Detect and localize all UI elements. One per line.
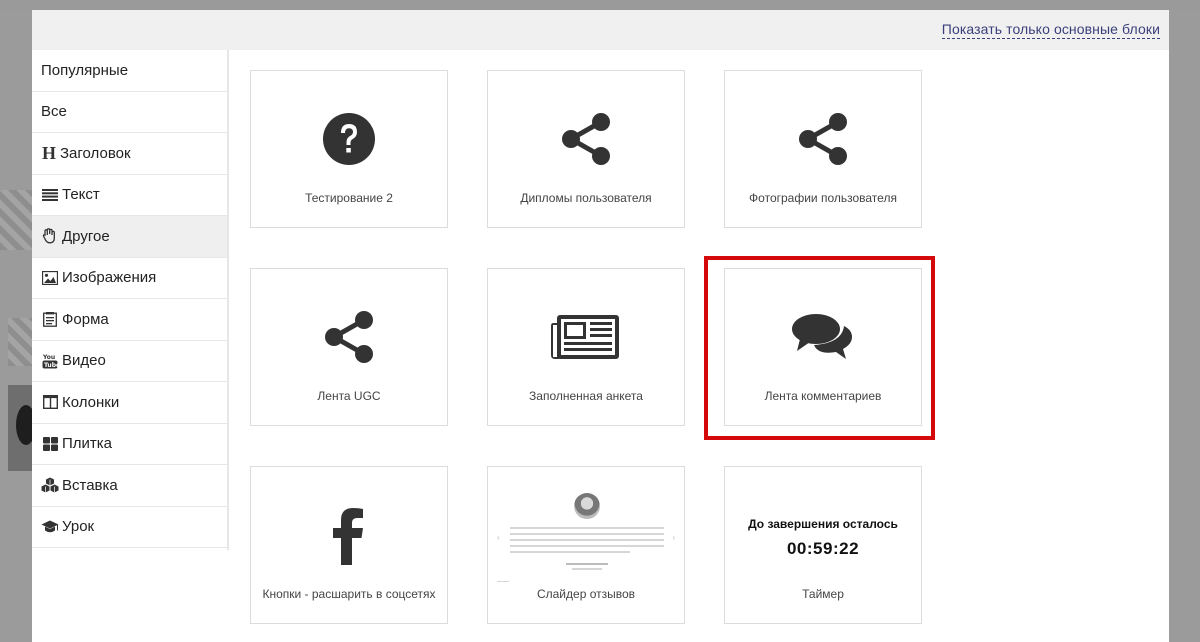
tile-label: Лента комментариев bbox=[764, 389, 882, 403]
review-text-line bbox=[510, 539, 664, 541]
graduation-cap-icon bbox=[41, 519, 59, 535]
timer-value: 00:59:22 bbox=[786, 539, 860, 558]
tile-testing-2[interactable]: Тестирование 2 bbox=[250, 70, 448, 228]
columns-icon bbox=[41, 394, 59, 410]
sidebar-item-label: Видео bbox=[62, 352, 106, 370]
tile-review-slider[interactable]: ‹ › Слайдер отзывов bbox=[487, 466, 685, 624]
sidebar-item-heading[interactable]: H Заголовок bbox=[32, 133, 227, 175]
sidebar-item-label: Изображения bbox=[62, 269, 157, 287]
tile-user-diplomas[interactable]: Дипломы пользователя bbox=[487, 70, 685, 228]
image-icon bbox=[41, 270, 59, 286]
chevron-right-icon: › bbox=[672, 533, 675, 542]
tile-filled-form[interactable]: Заполненная анкета bbox=[487, 268, 685, 426]
sidebar-item-label: Популярные bbox=[41, 61, 129, 79]
newspaper-icon bbox=[488, 309, 684, 365]
sidebar-item-label: Заголовок bbox=[60, 144, 131, 162]
tile-ugc-feed[interactable]: Лента UGC bbox=[250, 268, 448, 426]
show-basic-blocks-link[interactable]: Показать только основные блоки bbox=[941, 21, 1160, 39]
block-picker-modal: Показать только основные блоки Популярны… bbox=[32, 10, 1169, 642]
avatar bbox=[574, 493, 600, 519]
review-text-line bbox=[510, 551, 630, 553]
background-topbar bbox=[0, 0, 1200, 10]
reviewer-role-line bbox=[572, 568, 602, 570]
cubes-icon bbox=[41, 477, 59, 493]
tile-comments-feed[interactable]: Лента комментариев bbox=[724, 268, 922, 426]
tile-label: Заполненная анкета bbox=[529, 389, 643, 403]
hand-icon bbox=[41, 228, 59, 244]
review-text-line bbox=[510, 527, 664, 529]
comments-icon bbox=[725, 309, 921, 365]
background-image-preview bbox=[8, 385, 36, 471]
text-lines-icon bbox=[41, 187, 59, 203]
sidebar-item-columns[interactable]: Колонки bbox=[32, 382, 227, 424]
sidebar-item-label: Урок bbox=[62, 518, 95, 536]
slider-dots bbox=[497, 581, 509, 582]
review-text-line bbox=[510, 533, 664, 535]
background-transparent-pattern bbox=[8, 318, 32, 366]
sidebar-item-label: Вставка bbox=[62, 476, 118, 494]
sidebar-item-label: Форма bbox=[62, 310, 109, 328]
sidebar-item-label: Колонки bbox=[62, 393, 120, 411]
sidebar-item-text[interactable]: Текст bbox=[32, 175, 227, 216]
share-icon bbox=[725, 111, 921, 167]
share-icon bbox=[251, 309, 447, 365]
form-icon bbox=[41, 311, 59, 327]
sidebar-item-label: Все bbox=[41, 103, 67, 121]
sidebar-item-other[interactable]: Другое bbox=[32, 216, 227, 258]
modal-header: Показать только основные блоки bbox=[32, 10, 1169, 50]
tile-label: Слайдер отзывов bbox=[536, 587, 636, 601]
sidebar-item-tiles[interactable]: Плитка bbox=[32, 424, 227, 465]
sidebar-item-label: Плитка bbox=[62, 435, 113, 453]
sidebar-item-lesson[interactable]: Урок bbox=[32, 507, 227, 548]
heading-icon: H bbox=[41, 142, 56, 163]
facebook-icon bbox=[251, 507, 447, 565]
reviewer-name-line bbox=[566, 563, 608, 565]
tile-label: Таймер bbox=[802, 587, 844, 601]
tiles-icon bbox=[41, 436, 59, 452]
sidebar-item-label: Другое bbox=[62, 227, 110, 245]
tile-label: Тестирование 2 bbox=[305, 191, 393, 205]
share-icon bbox=[488, 111, 684, 167]
tile-label: Лента UGC bbox=[317, 389, 381, 403]
sidebar-item-label: Текст bbox=[62, 186, 100, 204]
sidebar-item-all[interactable]: Все bbox=[32, 92, 227, 133]
tile-timer[interactable]: До завершения осталось 00:59:22 Таймер bbox=[724, 466, 922, 624]
review-text-line bbox=[510, 545, 664, 547]
timer-title: До завершения осталось bbox=[748, 517, 898, 531]
background-transparent-pattern bbox=[0, 190, 32, 250]
sidebar-item-images[interactable]: Изображения bbox=[32, 258, 227, 299]
svg-text:You: You bbox=[42, 354, 55, 361]
sidebar-item-video[interactable]: YouTube Видео bbox=[32, 341, 227, 382]
tile-social-share-buttons[interactable]: Кнопки - расшарить в соцсетях bbox=[250, 466, 448, 624]
svg-text:Tube: Tube bbox=[44, 362, 58, 369]
tile-label: Дипломы пользователя bbox=[520, 191, 652, 205]
sidebar-item-embed[interactable]: Вставка bbox=[32, 465, 227, 507]
sidebar-item-popular[interactable]: Популярные bbox=[32, 50, 227, 92]
tile-label: Кнопки - расшарить в соцсетях bbox=[262, 587, 436, 601]
tile-label: Фотографии пользователя bbox=[749, 191, 897, 205]
background-right-strip bbox=[1169, 10, 1200, 642]
youtube-icon: YouTube bbox=[41, 353, 59, 369]
category-sidebar: Популярные Все H Заголовок Текст Другое … bbox=[32, 50, 229, 550]
question-circle-icon bbox=[251, 111, 447, 167]
tile-user-photos[interactable]: Фотографии пользователя bbox=[724, 70, 922, 228]
sidebar-item-form[interactable]: Форма bbox=[32, 299, 227, 341]
chevron-left-icon: ‹ bbox=[497, 533, 500, 542]
